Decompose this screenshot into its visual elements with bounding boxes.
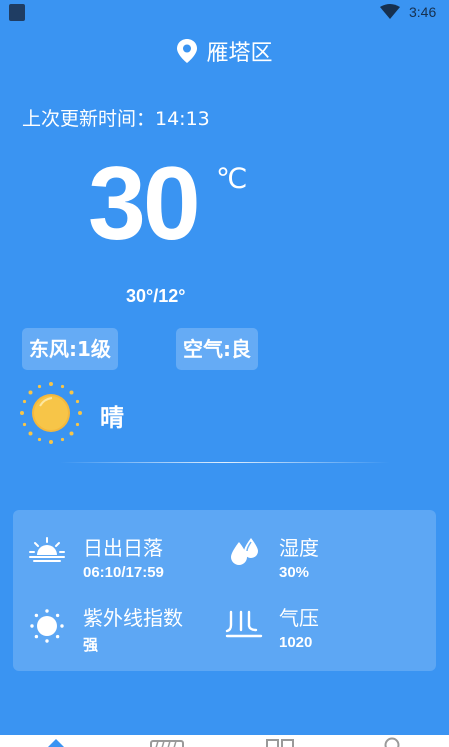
temperature-unit: ℃ <box>216 162 248 195</box>
sunny-icon <box>20 382 82 444</box>
uv-index-label: 紫外线指数 <box>83 606 183 630</box>
sunrise-sunset-label: 日出日落 <box>83 536 163 560</box>
divider <box>60 462 390 463</box>
update-time: 上次更新时间：14:13 <box>22 108 210 130</box>
wifi-icon <box>380 4 400 19</box>
current-temperature: 30 <box>88 146 201 262</box>
bottom-tab-bar <box>0 735 449 747</box>
pressure-label: 气压 <box>279 606 319 630</box>
humidity-icon <box>231 538 258 565</box>
location-name: 雁塔区 <box>206 41 273 66</box>
sunrise-sunset-value: 06:10/17:59 <box>83 564 164 581</box>
details-card: 日出日落 06:10/17:59 湿度 30% 紫外线指数 强 气压 1020 <box>13 510 436 671</box>
air-quality-badge: 空气:良 <box>176 328 258 370</box>
humidity-value: 30% <box>279 564 310 581</box>
status-time: 3:46 <box>409 4 437 20</box>
grid-icon[interactable] <box>266 739 294 747</box>
location-pin-icon <box>177 39 198 63</box>
sunrise-icon <box>29 537 65 562</box>
uv-icon <box>30 609 64 643</box>
profile-icon[interactable] <box>383 736 401 747</box>
app-notification-icon <box>9 4 25 21</box>
uv-index-value: 强 <box>83 637 99 654</box>
forecast-icon[interactable] <box>150 740 184 747</box>
pressure-icon <box>225 610 263 638</box>
pressure-value: 1020 <box>279 634 313 651</box>
temperature-range: 30°/12° <box>126 286 186 306</box>
home-icon[interactable] <box>44 737 68 747</box>
wind-badge: 东风:1级 <box>22 328 118 370</box>
location-header[interactable]: 雁塔区 <box>0 34 449 68</box>
weather-condition: 晴 <box>100 404 124 432</box>
status-bar: 3:46 <box>0 0 449 26</box>
humidity-label: 湿度 <box>279 536 319 560</box>
